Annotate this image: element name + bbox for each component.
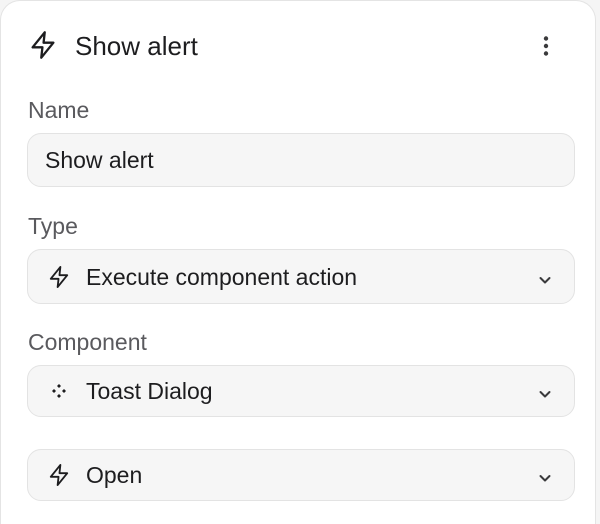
action-panel: Show alert Name Type Execute component a…	[0, 0, 596, 524]
action-select-value: Open	[86, 462, 143, 488]
chevron-down-icon	[538, 470, 552, 482]
component-select-value: Toast Dialog	[86, 378, 213, 404]
page-title: Show alert	[75, 31, 198, 61]
name-field[interactable]	[28, 134, 574, 186]
lightning-icon	[48, 265, 70, 289]
name-field-container	[27, 133, 575, 187]
component-icon	[48, 379, 70, 403]
type-select[interactable]: Execute component action	[27, 249, 575, 304]
lightning-icon	[48, 463, 70, 487]
component-label: Component	[28, 329, 147, 355]
action-select[interactable]: Open	[27, 449, 575, 501]
more-vertical-icon	[543, 36, 549, 56]
name-label: Name	[28, 97, 90, 123]
chevron-down-icon	[538, 386, 552, 398]
component-select[interactable]: Toast Dialog	[27, 365, 575, 417]
type-label: Type	[28, 213, 78, 239]
lightning-icon	[29, 30, 57, 60]
more-options-button[interactable]	[531, 31, 561, 61]
type-select-value: Execute component action	[86, 263, 358, 290]
chevron-down-icon	[538, 272, 552, 283]
panel-header: Show alert	[1, 1, 595, 91]
